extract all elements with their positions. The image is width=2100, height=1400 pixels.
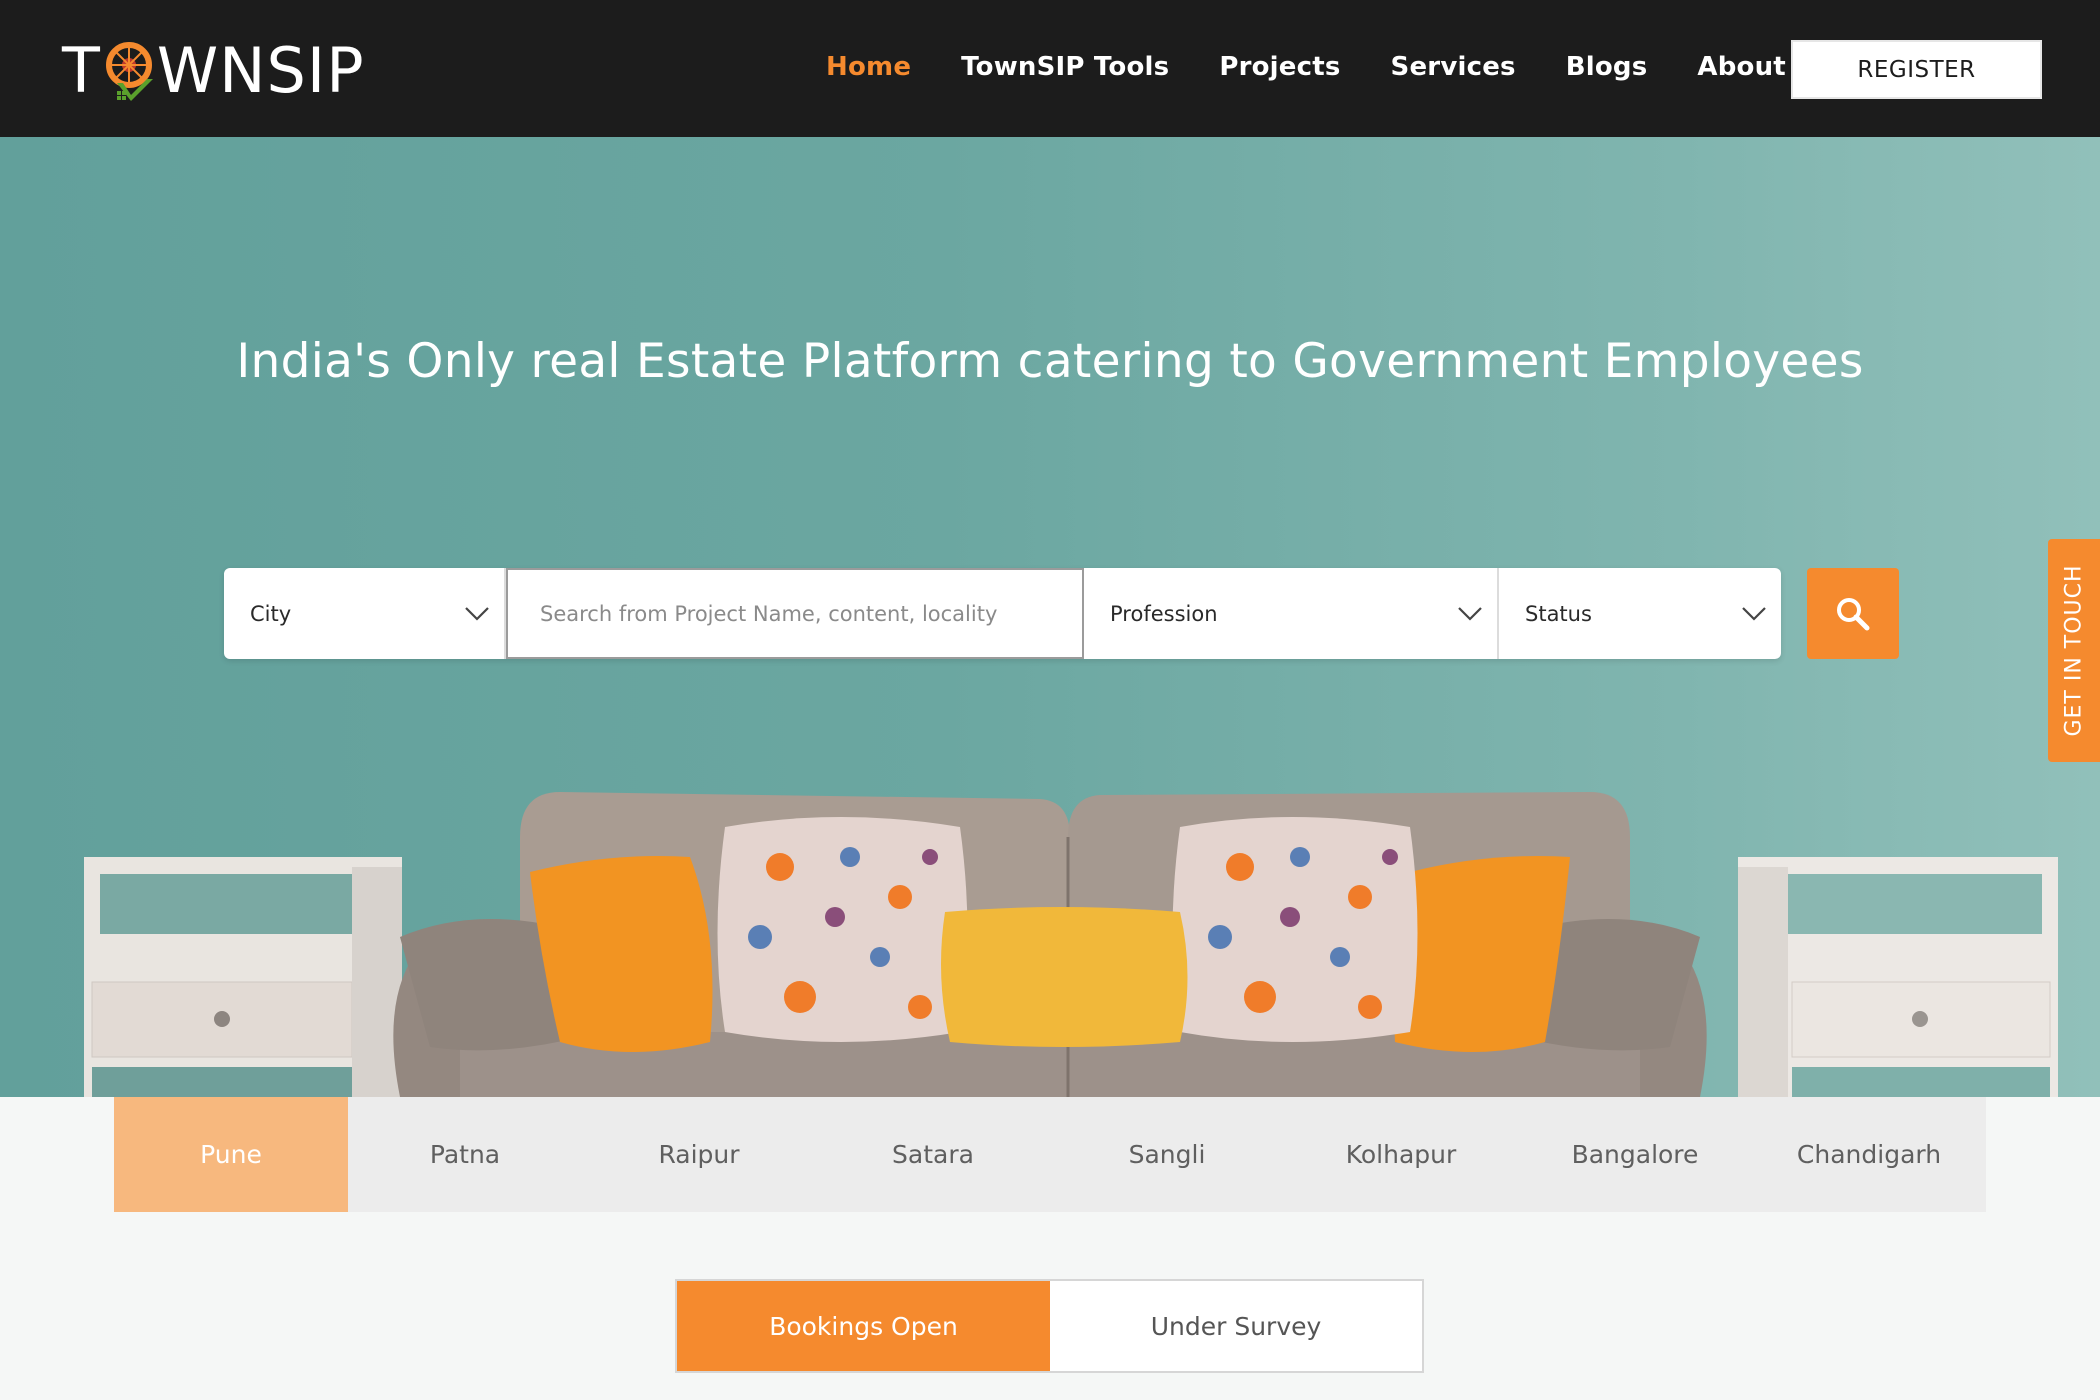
city-tab-satara[interactable]: Satara xyxy=(816,1097,1050,1212)
city-select[interactable]: City xyxy=(224,568,506,659)
hero-banner: India's Only real Estate Platform cateri… xyxy=(0,137,2100,1097)
nav-townsip-tools[interactable]: TownSIP Tools xyxy=(961,52,1169,82)
city-tab-sangli[interactable]: Sangli xyxy=(1050,1097,1284,1212)
nav-home[interactable]: Home xyxy=(826,52,911,82)
hero-headline: India's Only real Estate Platform cateri… xyxy=(236,334,1864,389)
logo-wheel-icon xyxy=(103,39,155,101)
chevron-down-icon xyxy=(465,607,489,621)
tab-bookings-open[interactable]: Bookings Open xyxy=(677,1281,1050,1371)
chevron-down-icon xyxy=(1458,607,1482,621)
city-tab-bangalore[interactable]: Bangalore xyxy=(1518,1097,1752,1212)
logo-wordmark-rest: WNSIP xyxy=(156,33,365,107)
search-bar: City Profession Status xyxy=(224,568,1781,659)
left-side-table xyxy=(84,857,402,1097)
get-in-touch-label: GET IN TOUCH xyxy=(2061,564,2087,737)
chevron-down-icon xyxy=(1742,607,1766,621)
city-tab-patna[interactable]: Patna xyxy=(348,1097,582,1212)
tab-under-survey[interactable]: Under Survey xyxy=(1050,1281,1422,1371)
logo-letter-t: T xyxy=(62,33,101,107)
project-status-tabs: Bookings Open Under Survey xyxy=(675,1279,1424,1373)
search-input[interactable] xyxy=(506,568,1084,659)
nav-services[interactable]: Services xyxy=(1391,52,1516,82)
status-select[interactable]: Status xyxy=(1499,568,1781,659)
city-tab-kolhapur[interactable]: Kolhapur xyxy=(1284,1097,1518,1212)
profession-select-label: Profession xyxy=(1110,601,1218,626)
search-button[interactable] xyxy=(1807,568,1899,659)
search-icon xyxy=(1837,597,1870,630)
register-button[interactable]: REGISTER xyxy=(1791,40,2042,99)
nav-blogs[interactable]: Blogs xyxy=(1566,52,1648,82)
townsip-logo[interactable]: T WNSIP xyxy=(62,30,365,110)
status-select-label: Status xyxy=(1525,601,1592,626)
get-in-touch-tab[interactable]: GET IN TOUCH xyxy=(2048,539,2100,762)
right-side-table xyxy=(1738,857,2058,1097)
profession-select[interactable]: Profession xyxy=(1084,568,1499,659)
city-tabs: Pune Patna Raipur Satara Sangli Kolhapur… xyxy=(114,1097,1986,1212)
city-tab-pune[interactable]: Pune xyxy=(114,1097,348,1212)
logo-wordmark: T WNSIP xyxy=(62,34,365,107)
city-tab-chandigarh[interactable]: Chandigarh xyxy=(1752,1097,1986,1212)
city-select-label: City xyxy=(250,601,292,626)
main-nav: Home TownSIP Tools Projects Services Blo… xyxy=(826,52,1882,82)
city-tab-raipur[interactable]: Raipur xyxy=(582,1097,816,1212)
nav-projects[interactable]: Projects xyxy=(1219,52,1340,82)
top-navbar: T WNSIP Home TownSIP Tools Projects Serv… xyxy=(0,0,2100,137)
